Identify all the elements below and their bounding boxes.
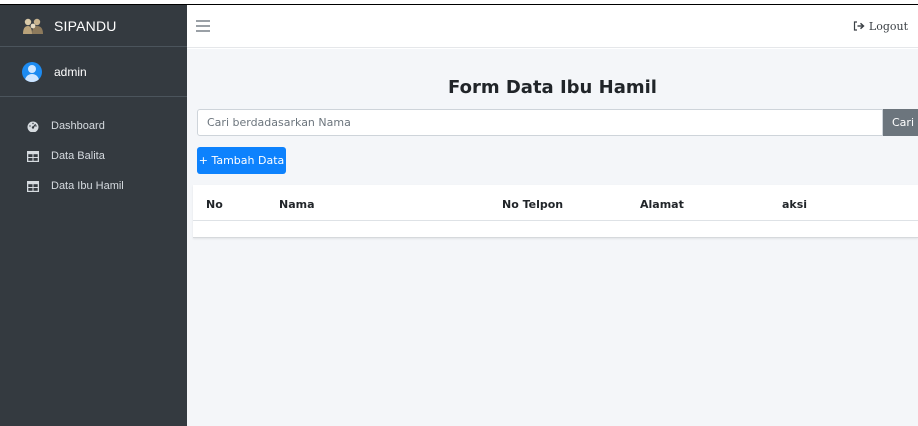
table-icon (27, 180, 39, 192)
user-name: admin (54, 64, 87, 79)
sidebar-item-label: Data Ibu Hamil (51, 180, 124, 192)
user-avatar-icon (22, 61, 42, 82)
column-header-no: No (206, 198, 223, 211)
table-icon (27, 150, 39, 162)
sidebar-item-data-ibu-hamil[interactable]: Data Ibu Hamil (0, 171, 187, 201)
sidebar: SIPANDU admin Dashboard Data Balita Data… (0, 5, 187, 426)
hamburger-icon[interactable] (196, 20, 210, 32)
brand-name: SIPANDU (54, 17, 117, 34)
column-header-alamat: Alamat (640, 198, 684, 211)
user-panel[interactable]: admin (0, 47, 187, 97)
add-data-button[interactable]: + Tambah Data (197, 147, 286, 174)
sidebar-item-dashboard[interactable]: Dashboard (0, 111, 187, 141)
table-header-row: No Nama No Telpon Alamat aksi (193, 185, 918, 221)
group-logo-icon (22, 17, 44, 35)
sidebar-item-label: Data Balita (51, 150, 105, 162)
sidebar-nav: Dashboard Data Balita Data Ibu Hamil (0, 97, 187, 201)
column-header-no-telpon: No Telpon (502, 198, 564, 211)
page-title: Form Data Ibu Hamil (448, 77, 657, 98)
column-header-nama: Nama (279, 198, 315, 211)
top-navbar: Logout (187, 5, 918, 48)
tachometer-icon (27, 121, 39, 132)
search-button[interactable]: Cari (883, 109, 918, 136)
content-wrapper: Form Data Ibu Hamil Cari + Tambah Data N… (187, 49, 918, 426)
brand-link[interactable]: SIPANDU (0, 5, 187, 47)
logout-button[interactable]: Logout (853, 20, 908, 33)
sidebar-item-data-balita[interactable]: Data Balita (0, 141, 187, 171)
sign-out-icon (853, 21, 865, 31)
sidebar-item-label: Dashboard (51, 120, 105, 132)
data-table-card: No Nama No Telpon Alamat aksi (193, 185, 918, 238)
logout-label: Logout (868, 19, 908, 33)
column-header-aksi: aksi (782, 198, 808, 211)
search-input[interactable] (197, 109, 883, 136)
